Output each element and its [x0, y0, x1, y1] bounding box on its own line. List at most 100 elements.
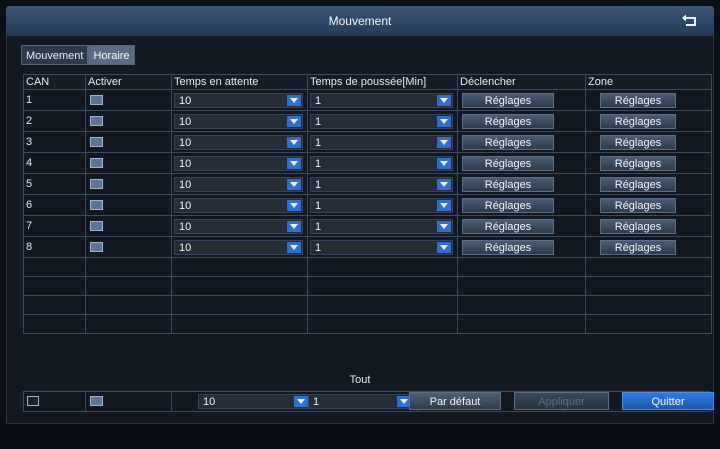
- all-push-time-select[interactable]: 1: [308, 394, 413, 409]
- trigger-settings-button[interactable]: Réglages: [462, 176, 554, 192]
- table-row: 5 10 1 Réglages Réglages: [23, 173, 712, 195]
- table-row: 3 10 1 Réglages Réglages: [23, 131, 712, 153]
- tab-horaire[interactable]: Horaire: [88, 45, 135, 65]
- zone-settings-button[interactable]: Réglages: [600, 92, 676, 108]
- wait-time-select[interactable]: 10: [174, 239, 303, 255]
- dropdown-arrow-icon: [437, 178, 451, 190]
- all-wait-cell: 10: [172, 392, 322, 411]
- all-wait-time-select[interactable]: 10: [198, 394, 310, 409]
- enable-checkbox[interactable]: [90, 242, 103, 253]
- all-wait-time-value: 10: [203, 396, 216, 408]
- trigger-settings-button[interactable]: Réglages: [462, 197, 554, 213]
- zone-settings-button[interactable]: Réglages: [600, 197, 676, 213]
- title-bar: Mouvement: [6, 6, 714, 36]
- dropdown-arrow-icon: [287, 199, 301, 211]
- push-time-select[interactable]: 1: [310, 239, 453, 255]
- trigger-settings-button[interactable]: Réglages: [462, 239, 554, 255]
- push-time-value: 1: [315, 178, 322, 191]
- table-row: 1 10 1 Réglages Réglages: [23, 89, 712, 111]
- dropdown-arrow-icon: [437, 136, 451, 148]
- zone-settings-button[interactable]: Réglages: [600, 176, 676, 192]
- zone-settings-button[interactable]: Réglages: [600, 218, 676, 234]
- wait-time-select[interactable]: 10: [174, 113, 303, 129]
- table-row: 7 10 1 Réglages Réglages: [23, 215, 712, 237]
- push-time-select[interactable]: 1: [310, 197, 453, 213]
- wait-time-select[interactable]: 10: [174, 197, 303, 213]
- default-button[interactable]: Par défaut: [409, 392, 501, 410]
- dropdown-arrow-icon: [437, 157, 451, 169]
- enable-checkbox[interactable]: [90, 116, 103, 127]
- column-header-trigger: Déclencher: [457, 74, 586, 90]
- dropdown-arrow-icon: [287, 241, 301, 253]
- wait-time-value: 10: [179, 199, 192, 212]
- channel-number: 6: [23, 194, 86, 216]
- channel-number: 2: [23, 110, 86, 132]
- return-icon[interactable]: [680, 11, 700, 31]
- dropdown-arrow-icon: [437, 94, 451, 106]
- wait-time-value: 10: [179, 94, 192, 107]
- channel-number: 5: [23, 173, 86, 195]
- table-row: 8 10 1 Réglages Réglages: [23, 236, 712, 258]
- dropdown-arrow-icon: [437, 241, 451, 253]
- push-time-select[interactable]: 1: [310, 113, 453, 129]
- zone-settings-button[interactable]: Réglages: [600, 239, 676, 255]
- wait-time-value: 10: [179, 157, 192, 170]
- empty-row: [23, 295, 712, 315]
- enable-checkbox[interactable]: [90, 137, 103, 148]
- select-all-checkbox[interactable]: [27, 396, 39, 406]
- column-header-wait-time: Temps en attente: [171, 74, 308, 90]
- push-time-value: 1: [315, 241, 322, 254]
- wait-time-select[interactable]: 10: [174, 134, 303, 150]
- push-time-select[interactable]: 1: [310, 176, 453, 192]
- push-time-select[interactable]: 1: [310, 92, 453, 108]
- dropdown-arrow-icon: [287, 157, 301, 169]
- trigger-settings-button[interactable]: Réglages: [462, 113, 554, 129]
- all-channels-label: Tout: [349, 374, 371, 386]
- all-enable-checkbox[interactable]: [90, 396, 103, 406]
- dropdown-arrow-icon: [287, 94, 301, 106]
- trigger-settings-button[interactable]: Réglages: [462, 134, 554, 150]
- empty-row: [23, 276, 712, 296]
- zone-settings-button[interactable]: Réglages: [600, 155, 676, 171]
- enable-checkbox[interactable]: [90, 158, 103, 169]
- zone-settings-button[interactable]: Réglages: [600, 113, 676, 129]
- wait-time-value: 10: [179, 241, 192, 254]
- trigger-settings-button[interactable]: Réglages: [462, 218, 554, 234]
- wait-time-value: 10: [179, 136, 192, 149]
- wait-time-select[interactable]: 10: [174, 155, 303, 171]
- trigger-settings-button[interactable]: Réglages: [462, 92, 554, 108]
- trigger-settings-button[interactable]: Réglages: [462, 155, 554, 171]
- quit-button[interactable]: Quitter: [622, 392, 714, 410]
- dropdown-arrow-icon: [287, 115, 301, 127]
- push-time-value: 1: [315, 220, 322, 233]
- column-header-push-time: Temps de poussée[Min]: [307, 74, 458, 90]
- enable-checkbox[interactable]: [90, 200, 103, 211]
- enable-checkbox[interactable]: [90, 221, 103, 232]
- dropdown-arrow-icon: [287, 220, 301, 232]
- wait-time-value: 10: [179, 220, 192, 233]
- enable-checkbox[interactable]: [90, 95, 103, 106]
- table-row: 4 10 1 Réglages Réglages: [23, 152, 712, 174]
- push-time-select[interactable]: 1: [310, 155, 453, 171]
- wait-time-select[interactable]: 10: [174, 176, 303, 192]
- wait-time-select[interactable]: 10: [174, 92, 303, 108]
- zone-settings-button[interactable]: Réglages: [600, 134, 676, 150]
- apply-button[interactable]: Appliquer: [514, 392, 609, 410]
- table-row: 6 10 1 Réglages Réglages: [23, 194, 712, 216]
- all-push-cell: 1: [306, 392, 418, 411]
- push-time-value: 1: [315, 115, 322, 128]
- push-time-select[interactable]: 1: [310, 134, 453, 150]
- push-time-select[interactable]: 1: [310, 218, 453, 234]
- channel-number: 7: [23, 215, 86, 237]
- column-header-enable: Activer: [85, 74, 172, 90]
- push-time-value: 1: [315, 94, 322, 107]
- enable-checkbox[interactable]: [90, 179, 103, 190]
- empty-row: [23, 257, 712, 277]
- dropdown-arrow-icon: [287, 136, 301, 148]
- dropdown-arrow-icon: [437, 220, 451, 232]
- wait-time-select[interactable]: 10: [174, 218, 303, 234]
- tab-mouvement[interactable]: Mouvement: [21, 45, 89, 65]
- dropdown-arrow-icon: [437, 199, 451, 211]
- wait-time-value: 10: [179, 178, 192, 191]
- motion-table: CAN Activer Temps en attente Temps de po…: [23, 74, 712, 334]
